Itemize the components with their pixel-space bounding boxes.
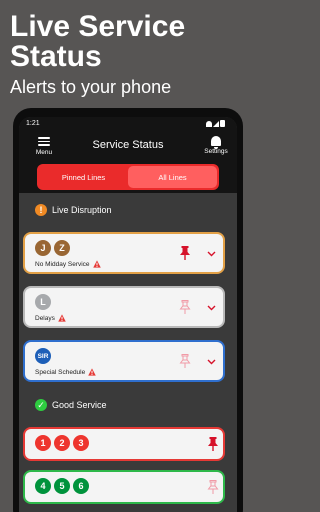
battery-icon — [220, 120, 225, 127]
warning-icon — [88, 368, 96, 376]
line-bullets: SIR — [35, 348, 54, 364]
pin-outline-icon[interactable] — [179, 354, 191, 368]
line-bullet-z: Z — [54, 240, 70, 256]
line-bullet-5: 5 — [54, 478, 70, 494]
line-bullet-1: 1 — [35, 435, 51, 451]
chevron-down-icon[interactable] — [207, 359, 216, 365]
line-card-123[interactable]: 1 2 3 — [23, 427, 225, 461]
line-bullets: L — [35, 294, 54, 310]
status-icons — [205, 120, 229, 127]
line-filter-tabs: Pinned Lines All Lines — [37, 164, 219, 190]
warning-icon — [58, 314, 66, 322]
pin-icon[interactable] — [207, 437, 219, 451]
tab-pinned-lines[interactable]: Pinned Lines — [39, 166, 128, 188]
section-title: Good Service — [52, 400, 107, 410]
chevron-down-icon[interactable] — [207, 305, 216, 311]
service-status: Special Schedule — [35, 368, 96, 376]
line-bullet-4: 4 — [35, 478, 51, 494]
bell-icon — [211, 136, 221, 149]
line-bullet-2: 2 — [54, 435, 70, 451]
app-bar: 1:21 Menu Service Status Settings Pinned… — [19, 117, 237, 193]
pin-outline-icon[interactable] — [179, 300, 191, 314]
line-bullets: J Z — [35, 240, 73, 256]
exclamation-icon: ! — [35, 204, 47, 216]
line-card-l[interactable]: L Delays — [23, 286, 225, 328]
service-status: No Midday Service — [35, 260, 101, 268]
warning-icon — [92, 260, 101, 268]
service-status: Delays — [35, 314, 66, 322]
line-card-456[interactable]: 4 5 6 — [23, 470, 225, 504]
line-bullet-6: 6 — [73, 478, 89, 494]
promo-headline: Live Service Status — [10, 10, 186, 73]
device-status-bar: 1:21 — [19, 117, 237, 131]
status-text: Special Schedule — [35, 368, 86, 376]
line-bullet-l: L — [35, 294, 51, 310]
promo-subheadline: Alerts to your phone — [10, 77, 172, 97]
section-title: Live Disruption — [52, 205, 112, 215]
settings-label: Settings — [204, 148, 228, 155]
line-bullets: 1 2 3 — [35, 435, 92, 451]
line-card-jz[interactable]: J Z No Midday Service — [23, 232, 225, 274]
line-bullet-j: J — [35, 240, 51, 256]
status-text: No Midday Service — [35, 260, 90, 268]
line-bullet-3: 3 — [73, 435, 89, 451]
line-bullets: 4 5 6 — [35, 478, 92, 494]
section-good-service: ✓ Good Service — [35, 399, 107, 411]
section-live-disruption: ! Live Disruption — [35, 204, 112, 216]
line-bullet-sir: SIR — [35, 348, 51, 364]
pin-outline-icon[interactable] — [207, 480, 219, 494]
app-screen: 1:21 Menu Service Status Settings Pinned… — [19, 117, 237, 512]
device-time: 1:21 — [26, 120, 40, 127]
wifi-icon — [206, 121, 212, 127]
pin-icon[interactable] — [179, 246, 191, 260]
signal-icon — [213, 121, 219, 127]
line-card-sir[interactable]: SIR Special Schedule — [23, 340, 225, 382]
tab-all-lines[interactable]: All Lines — [128, 166, 217, 188]
settings-button[interactable]: Settings — [201, 136, 231, 155]
status-text: Delays — [35, 314, 55, 322]
chevron-down-icon[interactable] — [207, 251, 216, 257]
check-icon: ✓ — [35, 399, 47, 411]
